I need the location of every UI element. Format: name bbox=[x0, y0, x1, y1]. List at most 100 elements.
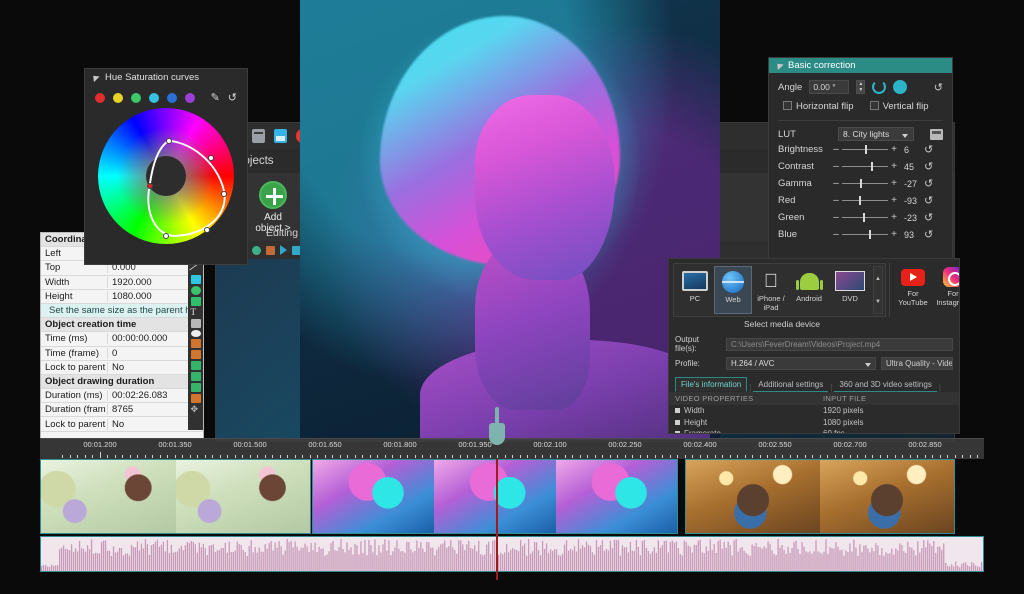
timeline-ruler[interactable]: 00:01.200 00:01.350 00:01.500 00:01.650 … bbox=[40, 438, 984, 459]
red-slider[interactable] bbox=[842, 200, 888, 201]
red-reset-icon[interactable]: ↺ bbox=[924, 194, 933, 207]
angle-stepper[interactable]: ▲ ▼ bbox=[856, 80, 865, 94]
gamma-reset-icon[interactable]: ↺ bbox=[924, 177, 933, 190]
curve-point-1[interactable] bbox=[166, 138, 172, 144]
device-iphone-ipad[interactable]:  iPhone / iPad bbox=[752, 266, 790, 314]
tab-additional-settings[interactable]: Additional settings bbox=[753, 378, 828, 392]
green-reset-icon[interactable]: ↺ bbox=[924, 211, 933, 224]
red-increase[interactable]: + bbox=[888, 195, 900, 206]
rotate-right-icon[interactable] bbox=[893, 80, 907, 94]
eyedropper-icon[interactable]: ✎ bbox=[211, 91, 220, 104]
brightness-reset-icon[interactable]: ↺ bbox=[924, 143, 933, 156]
move-tool-icon[interactable]: ✥ bbox=[191, 405, 201, 414]
audio-waveform-track[interactable] bbox=[40, 536, 984, 572]
device-web[interactable]: Web bbox=[714, 266, 752, 314]
color-tool-icon[interactable] bbox=[191, 394, 201, 403]
horizontal-flip-checkbox[interactable]: Horizontal flip bbox=[783, 101, 854, 112]
curve-point-3[interactable] bbox=[221, 191, 227, 197]
brightness-decrease[interactable]: – bbox=[830, 144, 842, 155]
green-decrease[interactable]: – bbox=[830, 212, 842, 223]
gamma-slider[interactable] bbox=[842, 183, 888, 184]
blur-tool-icon[interactable] bbox=[191, 330, 201, 337]
swatch-red[interactable] bbox=[95, 93, 105, 103]
mask-tool-icon[interactable] bbox=[191, 297, 201, 306]
swatch-cyan[interactable] bbox=[149, 93, 159, 103]
playhead[interactable] bbox=[496, 459, 498, 580]
grid-icon[interactable] bbox=[266, 246, 275, 255]
save-icon[interactable] bbox=[274, 129, 287, 143]
property-row-height[interactable]: Height 1080.000 bbox=[41, 290, 203, 304]
export-youtube[interactable]: For YouTube bbox=[893, 263, 933, 317]
swatch-purple[interactable] bbox=[185, 93, 195, 103]
text-tool-icon[interactable]: T bbox=[191, 308, 201, 317]
brightness-increase[interactable]: + bbox=[888, 144, 900, 155]
property-row-time-ms[interactable]: Time (ms) 00:00:00.000 bbox=[41, 332, 203, 346]
property-row-duration-frames[interactable]: Duration (fram 8765 bbox=[41, 403, 203, 417]
swatch-green[interactable] bbox=[131, 93, 141, 103]
property-row-duration-ms[interactable]: Duration (ms) 00:02:26.083 bbox=[41, 389, 203, 403]
gamma-decrease[interactable]: – bbox=[830, 178, 842, 189]
lut-select[interactable]: 8. City lights bbox=[838, 127, 914, 141]
image-tool-icon[interactable] bbox=[191, 361, 201, 370]
redo-icon[interactable] bbox=[252, 246, 261, 255]
tab-360-3d-settings[interactable]: 360 and 3D video settings bbox=[834, 378, 937, 392]
collapse-icon[interactable] bbox=[90, 72, 99, 81]
contrast-slider[interactable] bbox=[842, 166, 888, 167]
property-row-time-frame[interactable]: Time (frame) 0 bbox=[41, 347, 203, 361]
video-tool-icon[interactable] bbox=[191, 383, 201, 392]
playhead-marker[interactable] bbox=[489, 407, 505, 453]
tab-files-information[interactable]: File's information bbox=[675, 377, 747, 392]
angle-input[interactable]: 0.00 ° bbox=[809, 80, 849, 94]
video-clip-neon[interactable] bbox=[312, 459, 678, 534]
chart-tool-icon[interactable] bbox=[191, 339, 201, 348]
contrast-reset-icon[interactable]: ↺ bbox=[924, 160, 933, 173]
set-same-size-as-parent-button[interactable]: Set the same size as the parent has bbox=[41, 304, 203, 318]
vertical-flip-checkbox[interactable]: Vertical flip bbox=[870, 101, 929, 112]
red-decrease[interactable]: – bbox=[830, 195, 842, 206]
gamma-increase[interactable]: + bbox=[888, 178, 900, 189]
marker-tool-icon[interactable] bbox=[191, 350, 201, 359]
grid-tool-icon[interactable] bbox=[191, 319, 201, 328]
device-android[interactable]: Android bbox=[790, 266, 828, 314]
rectangle-tool-icon[interactable] bbox=[191, 275, 201, 284]
blue-increase[interactable]: + bbox=[888, 229, 900, 240]
swatch-blue[interactable] bbox=[167, 93, 177, 103]
new-project-icon[interactable] bbox=[252, 129, 265, 143]
ellipse-tool-icon[interactable] bbox=[191, 286, 201, 295]
curve-point-4[interactable] bbox=[204, 227, 210, 233]
property-row-lock-to-parent-2[interactable]: Lock to parent No bbox=[41, 417, 203, 431]
curve-point-5[interactable] bbox=[163, 233, 169, 239]
property-row-width[interactable]: Width 1920.000 bbox=[41, 276, 203, 290]
curve-point-2[interactable] bbox=[208, 155, 214, 161]
property-row-lock-to-parent-1[interactable]: Lock to parent No bbox=[41, 361, 203, 375]
hue-saturation-wheel[interactable] bbox=[98, 108, 234, 244]
collapse-icon[interactable] bbox=[774, 61, 783, 70]
device-dvd[interactable]: DVD bbox=[828, 266, 872, 314]
reset-icon[interactable]: ↺ bbox=[228, 91, 237, 104]
video-clip-garden[interactable] bbox=[40, 459, 311, 534]
green-slider[interactable] bbox=[842, 217, 888, 218]
folder-icon[interactable] bbox=[930, 129, 943, 140]
pen-tool-icon[interactable] bbox=[189, 263, 202, 275]
blue-reset-icon[interactable]: ↺ bbox=[924, 228, 933, 241]
output-file-input[interactable]: C:\Users\FeverDream\Videos\Project.mp4 bbox=[726, 338, 953, 351]
profile-select[interactable]: H.264 / AVC bbox=[726, 357, 876, 370]
blue-decrease[interactable]: – bbox=[830, 229, 842, 240]
align-left-icon[interactable] bbox=[280, 245, 287, 255]
video-clip-bokeh[interactable] bbox=[685, 459, 955, 534]
export-instagram[interactable]: For Instagram bbox=[933, 263, 960, 317]
add-object-button[interactable]: Add object > bbox=[238, 175, 308, 234]
contrast-decrease[interactable]: – bbox=[830, 161, 842, 172]
tab-separator: | bbox=[937, 383, 943, 392]
reset-icon[interactable]: ↺ bbox=[934, 81, 943, 94]
device-pc[interactable]: PC bbox=[676, 266, 714, 314]
blue-slider[interactable] bbox=[842, 234, 888, 235]
crop-tool-icon[interactable] bbox=[191, 372, 201, 381]
contrast-increase[interactable]: + bbox=[888, 161, 900, 172]
curve-point-selected[interactable] bbox=[147, 183, 153, 189]
brightness-slider[interactable] bbox=[842, 149, 888, 150]
swatch-yellow[interactable] bbox=[113, 93, 123, 103]
device-scroll-buttons[interactable]: ▲ ▼ bbox=[873, 266, 883, 314]
rotate-left-icon[interactable] bbox=[872, 80, 886, 94]
green-increase[interactable]: + bbox=[888, 212, 900, 223]
